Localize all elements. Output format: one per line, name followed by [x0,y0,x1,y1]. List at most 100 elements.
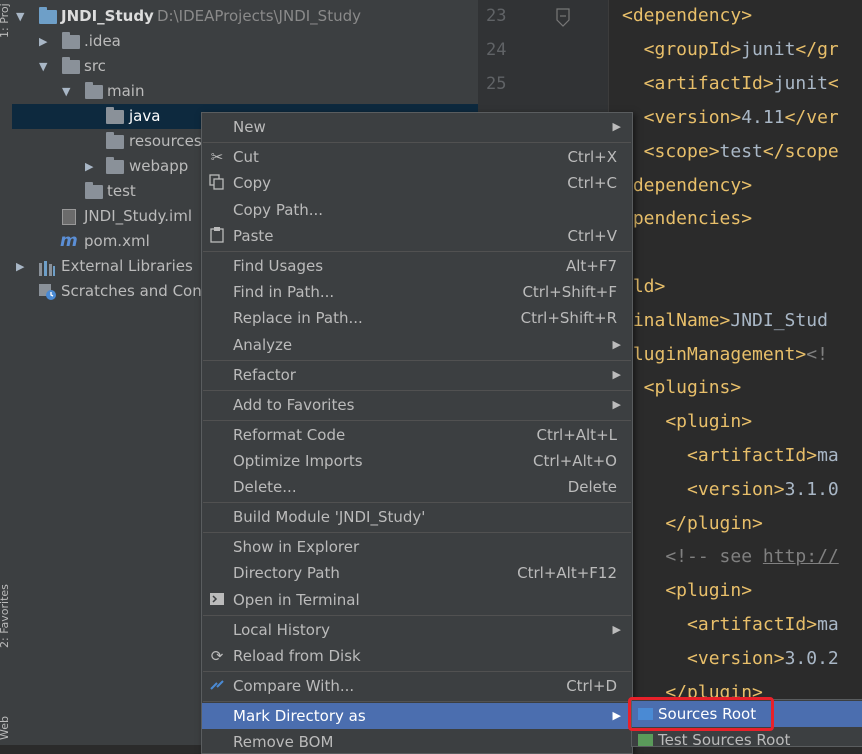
menu-shortcut: Ctrl+Alt+L [536,426,618,444]
tree-item-label: src [84,57,106,75]
folder-icon [85,182,103,199]
menu-separator [203,390,631,391]
menu-item-find-usages[interactable]: Find Usages Alt+F7 [202,253,632,279]
context-menu: New ▶ ✂ Cut Ctrl+X Copy Ctrl+C Copy Path… [201,112,633,754]
menu-separator [203,701,631,702]
menu-item-reformat-code[interactable]: Reformat Code Ctrl+Alt+L [202,422,632,448]
web-tool-tab[interactable]: Web [0,716,11,740]
terminal-icon [208,591,226,609]
tree-item-label: JNDI_Study.iml [84,207,193,225]
tree-item-label: Scratches and Cons [61,282,210,300]
menu-item-add-to-favorites[interactable]: Add to Favorites ▶ [202,392,632,418]
code-line: <plugins> [622,377,742,398]
menu-item-remove-bom[interactable]: Remove BOM [202,729,632,753]
copy-icon [208,174,226,192]
folder-icon [85,82,103,99]
chevron-down-icon[interactable]: ▼ [62,79,76,104]
menu-separator [203,251,631,252]
menu-item-copy-path[interactable]: Copy Path... [202,197,632,223]
menu-shortcut: Ctrl+Shift+R [520,309,617,327]
line-number: 25 [486,74,507,94]
code-line: <version>3.0.2 [622,648,839,669]
code-line: ependencies> [622,208,753,229]
tree-item-path: D:\IDEAProjects\JNDI_Study [157,7,361,25]
code-line: <groupId>junit</gr [622,39,839,60]
folder-icon [106,132,124,149]
menu-item-copy[interactable]: Copy Ctrl+C [202,170,632,196]
tree-item-jndi-study[interactable]: ▼ JNDI_Study D:\IDEAProjects\JNDI_Study [12,4,478,29]
menu-shortcut: Ctrl+V [567,227,617,245]
menu-item-find-in-path[interactable]: Find in Path... Ctrl+Shift+F [202,279,632,305]
tree-item-src[interactable]: ▼ src [12,54,478,79]
chevron-down-icon[interactable]: ▼ [16,4,30,29]
menu-item-paste[interactable]: Paste Ctrl+V [202,223,632,249]
code-line: <!-- see http:// [622,546,839,567]
menu-shortcut: Ctrl+C [567,174,617,192]
submenu-arrow-icon: ▶ [612,398,621,411]
folder-icon [62,32,80,49]
code-line: <version>3.1.0 [622,479,839,500]
compare-icon [208,677,226,695]
fold-marker-icon[interactable] [556,8,570,28]
menu-item-reload-from-disk[interactable]: ⟳ Reload from Disk [202,643,632,669]
menu-item-replace-in-path[interactable]: Replace in Path... Ctrl+Shift+R [202,305,632,331]
code-line: <plugin> [622,411,753,432]
menu-item-build-module[interactable]: Build Module 'JNDI_Study' [202,504,632,530]
web-folder-icon [106,157,124,174]
favorites-tool-tab[interactable]: 2: Favorites [0,584,11,648]
menu-separator [203,142,631,143]
menu-separator [203,615,631,616]
menu-separator [203,532,631,533]
tree-item-label: pom.xml [84,232,150,250]
tree-item-label: test [107,182,136,200]
menu-item-directory-path[interactable]: Directory Path Ctrl+Alt+F12 [202,560,632,586]
tree-item-label: resources [129,132,202,150]
chevron-down-icon[interactable]: ▼ [39,54,53,79]
submenu-arrow-icon: ▶ [612,368,621,381]
menu-item-local-history[interactable]: Local History ▶ [202,617,632,643]
annotation-highlight-box [628,697,774,731]
menu-item-new[interactable]: New ▶ [202,114,632,140]
menu-shortcut: Ctrl+X [567,148,617,166]
tree-item-main[interactable]: ▼ main [12,79,478,104]
submenu-arrow-icon: ▶ [612,338,621,351]
menu-shortcut: Ctrl+Shift+F [522,283,617,301]
code-line: <scope>test</scope [622,141,839,162]
tree-item-idea[interactable]: ▶ .idea [12,29,478,54]
menu-separator [203,420,631,421]
chevron-right-icon[interactable]: ▶ [39,29,53,54]
reload-icon: ⟳ [210,647,224,665]
tree-item-label: webapp [129,157,189,175]
line-number: 23 [486,6,507,26]
module-folder-icon [39,7,57,24]
code-line: /dependency> [622,175,753,196]
line-number: 24 [486,40,507,60]
maven-icon: m [60,231,78,251]
tree-item-label: .idea [84,32,121,50]
code-line: <artifactId>ma [622,445,839,466]
menu-item-optimize-imports[interactable]: Optimize Imports Ctrl+Alt+O [202,448,632,474]
tree-item-label: External Libraries [61,257,193,275]
menu-item-analyze[interactable]: Analyze ▶ [202,332,632,358]
tree-item-label: main [107,82,145,100]
menu-item-open-in-terminal[interactable]: Open in Terminal [202,587,632,613]
project-tool-tab[interactable]: 1: Proj [0,3,11,38]
scissors-icon: ✂ [210,148,224,166]
code-line: </plugin> [622,513,763,534]
submenu-arrow-icon: ▶ [612,120,621,133]
code-line: <artifactId>junit< [622,73,839,94]
menu-item-compare-with[interactable]: Compare With... Ctrl+D [202,673,632,699]
menu-item-refactor[interactable]: Refactor ▶ [202,362,632,388]
code-line: finalName>JNDI_Stud [622,310,828,331]
menu-shortcut: Delete [567,478,617,496]
menu-shortcut: Ctrl+Alt+O [533,452,617,470]
menu-item-show-in-explorer[interactable]: Show in Explorer [202,534,632,560]
menu-separator [203,502,631,503]
menu-separator [203,671,631,672]
submenu-arrow-icon: ▶ [612,709,621,722]
menu-item-mark-directory-as[interactable]: Mark Directory as ▶ [202,703,632,729]
chevron-right-icon[interactable]: ▶ [16,254,30,279]
menu-item-delete[interactable]: Delete... Delete [202,474,632,500]
chevron-right-icon[interactable]: ▶ [85,154,99,179]
menu-item-cut[interactable]: ✂ Cut Ctrl+X [202,144,632,170]
